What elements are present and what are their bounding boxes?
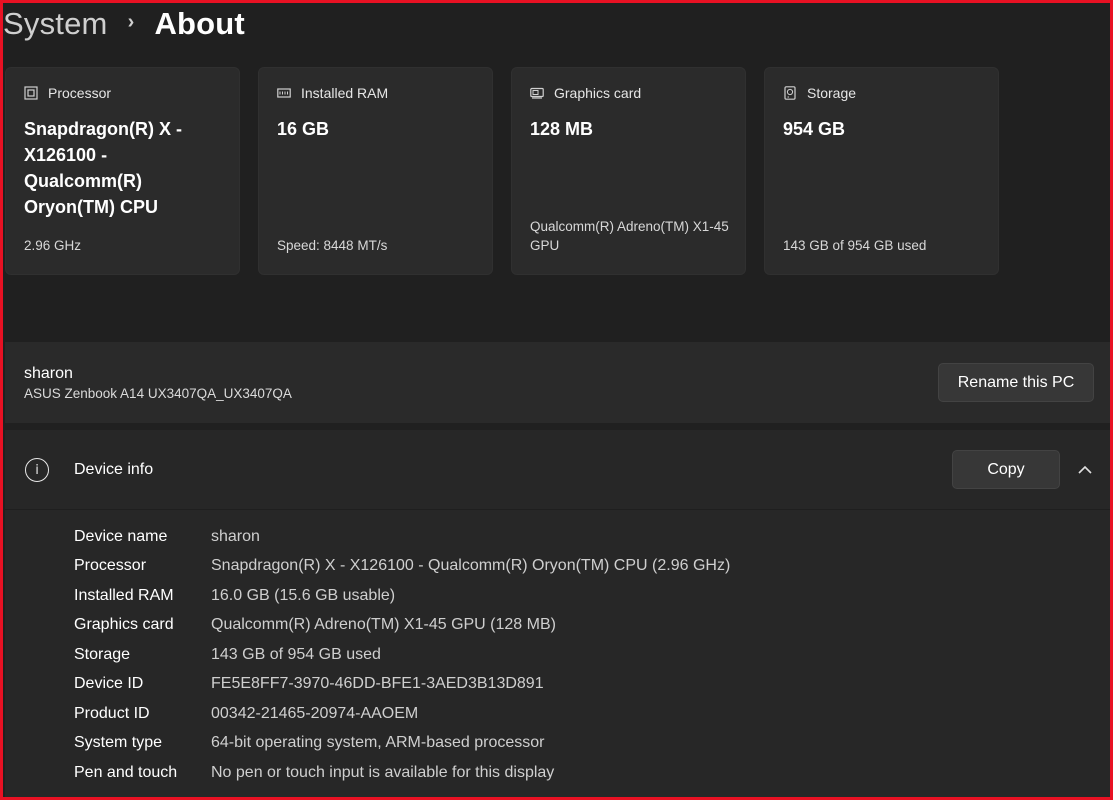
breadcrumb: System › About xyxy=(3,4,245,44)
card-label: Storage xyxy=(807,85,857,101)
spec-label: Pen and touch xyxy=(74,763,178,781)
spec-row: Pen and touch No pen or touch input is a… xyxy=(74,758,730,788)
page-title: About xyxy=(154,6,245,41)
card-header: Installed RAM xyxy=(277,85,388,101)
device-specs-list: Device name sharon Processor Snapdragon(… xyxy=(74,522,730,788)
spec-row: Product ID 00342-21465-20974-AAOEM xyxy=(74,699,730,729)
card-header: Graphics card xyxy=(530,85,641,101)
spec-label: Processor xyxy=(74,557,147,575)
card-processor: Processor Snapdragon(R) X - X126100 - Qu… xyxy=(5,67,240,275)
spec-value: 64-bit operating system, ARM-based proce… xyxy=(211,734,545,752)
card-label: Installed RAM xyxy=(301,85,389,101)
card-label: Processor xyxy=(48,85,112,101)
card-subtext: Speed: 8448 MT/s xyxy=(277,238,388,253)
spec-row: Device name sharon xyxy=(74,522,730,552)
spec-value: FE5E8FF7-3970-46DD-BFE1-3AED3B13D891 xyxy=(211,675,544,693)
card-value: 954 GB xyxy=(783,119,846,139)
spec-label: Installed RAM xyxy=(74,586,174,604)
spec-label: System type xyxy=(74,734,163,752)
graphics-card-icon xyxy=(530,87,544,99)
copy-button[interactable]: Copy xyxy=(952,450,1060,489)
spec-value: No pen or touch input is available for t… xyxy=(211,763,555,781)
spec-label: Device ID xyxy=(74,675,144,693)
spec-value: sharon xyxy=(211,527,260,545)
spec-row: Storage 143 GB of 954 GB used xyxy=(74,640,730,670)
card-subtext: Qualcomm(R) Adreno(TM) X1-45 GPU xyxy=(530,219,729,253)
spec-row: Processor Snapdragon(R) X - X126100 - Qu… xyxy=(74,552,730,582)
spec-row: System type 64-bit operating system, ARM… xyxy=(74,729,730,759)
spec-label: Storage xyxy=(74,645,131,663)
card-header: Processor xyxy=(24,85,111,101)
card-installed-ram: Installed RAM 16 GB Speed: 8448 MT/s xyxy=(258,67,493,275)
spec-row: Device ID FE5E8FF7-3970-46DD-BFE1-3AED3B… xyxy=(74,670,730,700)
card-graphics-card: Graphics card 128 MB Qualcomm(R) Adreno(… xyxy=(511,67,746,275)
chevron-right-icon: › xyxy=(127,10,135,33)
card-value: 128 MB xyxy=(530,119,594,139)
spec-value: Qualcomm(R) Adreno(TM) X1-45 GPU (128 MB… xyxy=(211,616,556,634)
spec-cards: Processor Snapdragon(R) X - X126100 - Qu… xyxy=(5,67,1005,275)
storage-icon xyxy=(784,86,796,100)
card-value: Snapdragon(R) X - X126100 - Qualcomm(R) … xyxy=(24,119,182,217)
spec-row: Installed RAM 16.0 GB (15.6 GB usable) xyxy=(74,581,730,611)
device-info-title: Device info xyxy=(74,461,154,478)
pc-name: sharon xyxy=(24,365,73,382)
card-subtext: 143 GB of 954 GB used xyxy=(783,238,927,253)
rename-pc-button[interactable]: Rename this PC xyxy=(938,363,1094,402)
device-info-section: i Device info Copy Device name sharon Pr… xyxy=(5,430,1110,798)
processor-icon xyxy=(24,86,38,100)
chevron-up-icon[interactable] xyxy=(1075,460,1095,480)
pc-model: ASUS Zenbook A14 UX3407QA_UX3407QA xyxy=(24,386,292,401)
card-header: Storage xyxy=(783,85,856,101)
spec-label: Product ID xyxy=(74,704,150,722)
ram-icon xyxy=(277,88,291,98)
spec-value: 00342-21465-20974-AAOEM xyxy=(211,704,419,722)
card-value: 16 GB xyxy=(277,119,330,139)
spec-label: Graphics card xyxy=(74,616,174,634)
pc-name-panel: sharon ASUS Zenbook A14 UX3407QA_UX3407Q… xyxy=(5,342,1110,423)
device-info-header[interactable]: i Device info Copy xyxy=(5,430,1110,510)
spec-label: Device name xyxy=(74,527,168,545)
card-subtext: 2.96 GHz xyxy=(24,238,82,253)
info-icon: i xyxy=(25,458,49,482)
spec-value: 16.0 GB (15.6 GB usable) xyxy=(211,586,396,604)
card-storage: Storage 954 GB 143 GB of 954 GB used xyxy=(764,67,999,275)
spec-value: Snapdragon(R) X - X126100 - Qualcomm(R) … xyxy=(211,557,731,575)
spec-row: Graphics card Qualcomm(R) Adreno(TM) X1-… xyxy=(74,611,730,641)
card-label: Graphics card xyxy=(554,85,642,101)
spec-value: 143 GB of 954 GB used xyxy=(211,645,381,663)
breadcrumb-system[interactable]: System xyxy=(3,6,108,42)
